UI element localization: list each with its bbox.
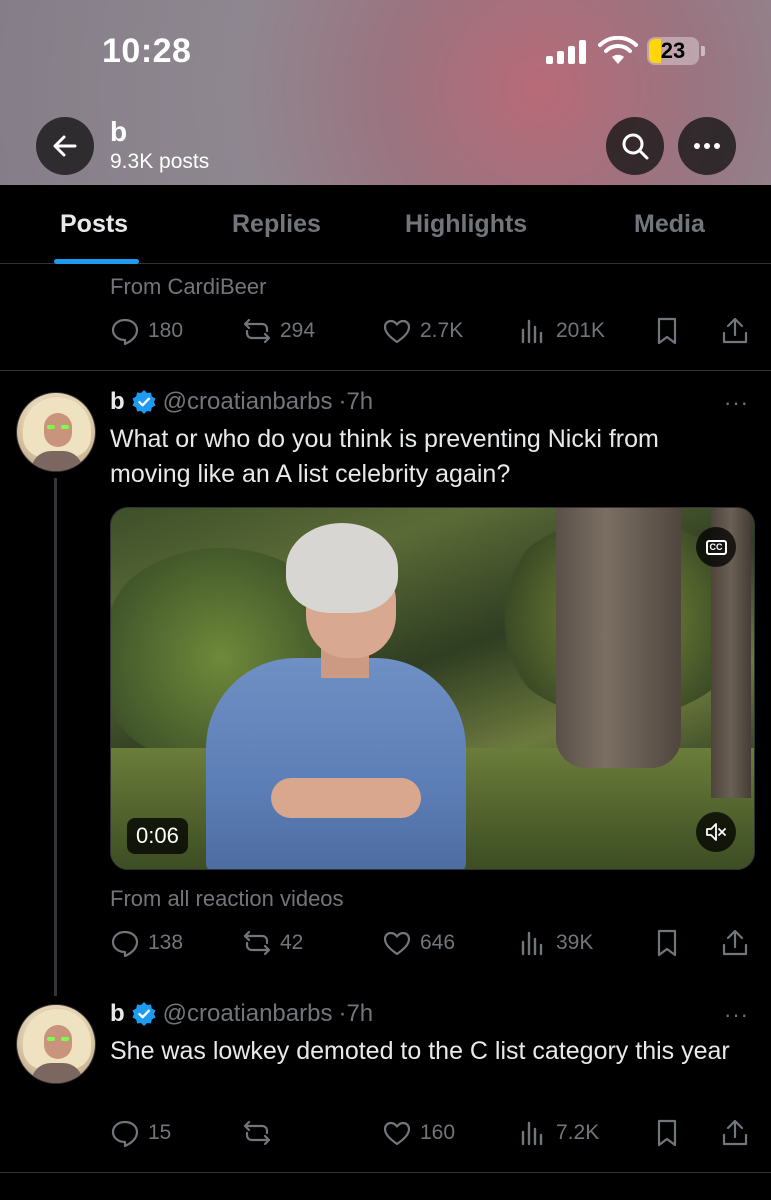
- share-button[interactable]: [720, 1113, 750, 1153]
- post-time: ·7h: [338, 1000, 374, 1027]
- wifi-icon: [598, 36, 638, 64]
- like-count: 2.7K: [420, 319, 464, 342]
- profile-tabs: Posts Replies Highlights Media: [0, 185, 771, 264]
- share-button[interactable]: [720, 311, 750, 351]
- verified-icon: [132, 1002, 156, 1026]
- post-source-label: From CardiBeer: [110, 274, 267, 299]
- search-button[interactable]: [606, 117, 664, 175]
- verified-icon: [132, 390, 156, 414]
- post-more-button[interactable]: ···: [724, 390, 749, 416]
- like-count: 160: [420, 1121, 456, 1144]
- reply-icon: [111, 318, 139, 346]
- tab-posts[interactable]: Posts: [60, 185, 128, 264]
- post-actions: 138 42 646 39K: [110, 923, 755, 963]
- share-icon: [722, 1119, 748, 1146]
- cellular-signal-icon: [546, 40, 588, 64]
- like-icon: [383, 1121, 411, 1146]
- repost-icon: [243, 1120, 271, 1146]
- bookmark-button[interactable]: [652, 923, 682, 963]
- more-icon: [694, 143, 720, 149]
- views-count: 39K: [556, 931, 594, 954]
- share-icon: [722, 929, 748, 956]
- like-button[interactable]: 160: [382, 1113, 455, 1153]
- reply-icon: [111, 930, 139, 958]
- post-divider: [0, 1172, 771, 1173]
- repost-count: 294: [280, 319, 316, 342]
- post-header: b @croatianbarbs ·7h: [110, 1000, 373, 1028]
- status-time: 10:28: [102, 32, 192, 70]
- thread-line: [54, 478, 57, 996]
- bookmark-button[interactable]: [652, 1113, 682, 1153]
- active-tab-indicator: [54, 259, 139, 264]
- post-time: ·7h: [338, 388, 374, 415]
- author-handle[interactable]: @croatianbarbs: [163, 388, 333, 416]
- like-icon: [383, 319, 411, 344]
- mute-icon: [706, 823, 726, 841]
- video-player[interactable]: CC 0:06: [110, 507, 755, 870]
- tab-highlights[interactable]: Highlights: [405, 185, 527, 264]
- avatar[interactable]: [16, 392, 96, 472]
- author-name[interactable]: b: [110, 1000, 125, 1028]
- post-source-label: From all reaction videos: [110, 886, 344, 911]
- reply-button[interactable]: 180: [110, 311, 183, 351]
- repost-button[interactable]: [242, 1113, 280, 1153]
- profile-name: b: [110, 116, 128, 147]
- reply-button[interactable]: 138: [110, 923, 183, 963]
- search-icon: [622, 133, 649, 160]
- repost-count: 42: [280, 931, 304, 954]
- like-button[interactable]: 646: [382, 923, 455, 963]
- tab-replies[interactable]: Replies: [232, 185, 321, 264]
- post-text: She was lowkey demoted to the C list cat…: [110, 1037, 730, 1065]
- reply-icon: [111, 1120, 139, 1148]
- video-duration: 0:06: [127, 818, 188, 854]
- post-header: b @croatianbarbs ·7h: [110, 388, 373, 416]
- captions-button[interactable]: CC: [696, 527, 736, 567]
- post-actions: 15 160 7.2K: [110, 1113, 755, 1153]
- views-icon: [521, 319, 543, 344]
- views-icon: [521, 1121, 543, 1146]
- profile-header: 10:28 23 b 9.3K posts: [0, 0, 771, 185]
- bookmark-icon: [657, 317, 677, 345]
- repost-button[interactable]: 294: [242, 311, 315, 351]
- author-name[interactable]: b: [110, 388, 125, 416]
- reply-count: 180: [148, 319, 184, 342]
- more-options-button[interactable]: [678, 117, 736, 175]
- battery-level: 23: [660, 38, 686, 63]
- post-more-button[interactable]: ···: [724, 1002, 749, 1028]
- like-count: 646: [420, 931, 456, 954]
- repost-icon: [243, 318, 271, 344]
- back-arrow-icon: [53, 135, 77, 157]
- post-divider: [0, 370, 771, 371]
- battery-icon: 23: [647, 37, 705, 65]
- like-icon: [383, 931, 411, 956]
- repost-icon: [243, 930, 271, 956]
- repost-button[interactable]: 42: [242, 923, 303, 963]
- captions-icon: CC: [705, 539, 727, 555]
- views-button[interactable]: 201K: [518, 311, 605, 351]
- bookmark-icon: [657, 1119, 677, 1147]
- views-button[interactable]: 7.2K: [518, 1113, 599, 1153]
- post-text: What or who do you think is preventing N…: [110, 425, 659, 488]
- share-button[interactable]: [720, 923, 750, 963]
- reply-count: 15: [148, 1121, 172, 1144]
- post-actions: 180 294 2.7K 201K: [110, 311, 755, 351]
- like-button[interactable]: 2.7K: [382, 311, 463, 351]
- views-icon: [521, 931, 543, 956]
- post-count: 9.3K posts: [110, 150, 210, 173]
- views-button[interactable]: 39K: [518, 923, 593, 963]
- mute-button[interactable]: [696, 812, 736, 852]
- views-count: 7.2K: [556, 1121, 600, 1144]
- author-handle[interactable]: @croatianbarbs: [163, 1000, 333, 1028]
- bookmark-button[interactable]: [652, 311, 682, 351]
- reply-count: 138: [148, 931, 184, 954]
- bookmark-icon: [657, 929, 677, 957]
- share-icon: [722, 317, 748, 344]
- avatar[interactable]: [16, 1004, 96, 1084]
- views-count: 201K: [556, 319, 606, 342]
- tab-media[interactable]: Media: [634, 185, 705, 264]
- back-button[interactable]: [36, 117, 94, 175]
- reply-button[interactable]: 15: [110, 1113, 171, 1153]
